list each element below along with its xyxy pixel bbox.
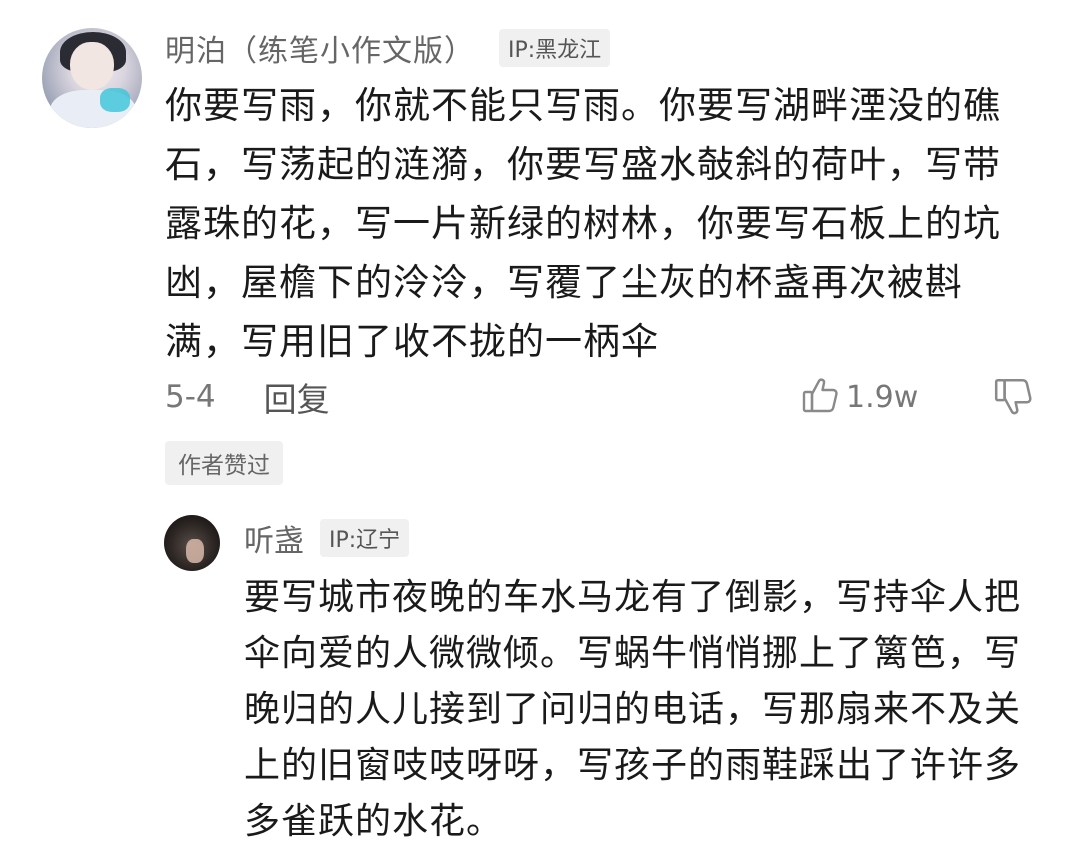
like-count: 1.9w (846, 379, 919, 415)
comment-header: 明泊（练笔小作文版） IP:黑龙江 (165, 26, 611, 70)
ip-location-badge: IP:黑龙江 (499, 29, 611, 67)
reply-avatar[interactable] (164, 515, 220, 571)
reply-ip-location-badge: IP:辽宁 (320, 519, 410, 557)
like-button[interactable]: 1.9w (800, 372, 918, 422)
comment-date: 5-4 (165, 379, 216, 415)
dislike-button[interactable] (992, 376, 1034, 418)
comment-meta: 5-4 回复 (165, 372, 330, 422)
reply-button[interactable]: 回复 (264, 373, 330, 421)
reply-header: 听盏 IP:辽宁 (244, 516, 410, 560)
reply-text: 要写城市夜晚的车水马龙有了倒影，写持伞人把伞向爱的人微微倾。写蜗牛悄悄挪上了篱笆… (244, 577, 1022, 842)
comment-text: 你要写雨，你就不能只写雨。你要写湖畔湮没的礁石，写荡起的涟漪，你要写盛水敧斜的荷… (165, 84, 1001, 363)
username[interactable]: 明泊（练笔小作文版） (165, 26, 475, 70)
thumbs-up-icon (800, 375, 840, 419)
avatar[interactable] (42, 28, 142, 128)
thumbs-down-icon (992, 378, 1034, 422)
reply-username[interactable]: 听盏 (244, 516, 304, 560)
author-liked-badge: 作者赞过 (165, 441, 283, 485)
